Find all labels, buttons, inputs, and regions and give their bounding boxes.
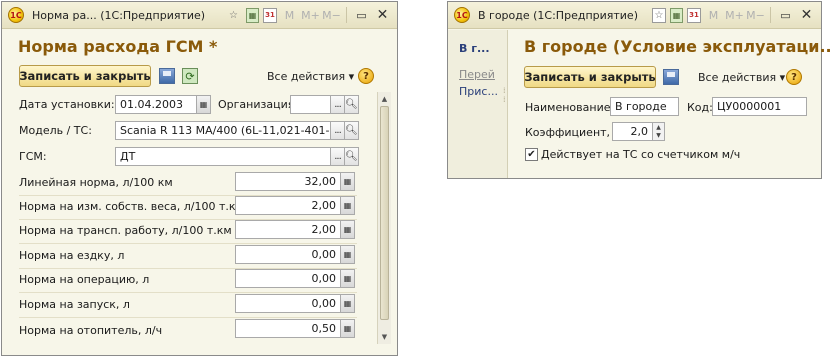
norm-label: Норма на изм. собств. веса, л/100 т.км bbox=[19, 200, 244, 213]
norm-label: Линейная норма, л/100 км bbox=[19, 176, 173, 189]
fuel-select-button[interactable]: ... bbox=[330, 147, 345, 166]
save-and-close-button[interactable]: Записать и закрыть bbox=[19, 65, 151, 87]
fuel-search-icon[interactable]: 🔍︎ bbox=[344, 147, 359, 166]
memory-recall-button[interactable]: M bbox=[281, 7, 298, 24]
memory-minus-button[interactable]: M− bbox=[322, 7, 341, 24]
hour-meter-checkbox[interactable]: ✔ bbox=[525, 148, 538, 161]
favorites-icon[interactable]: ☆ bbox=[225, 7, 242, 24]
operating-condition-window: 1С В городе (1С:Предприятие) ☆ ▦ 31 M M+… bbox=[447, 1, 830, 179]
nav-current-item[interactable]: В г... bbox=[459, 42, 490, 55]
organization-search-icon[interactable]: 🔍︎ bbox=[344, 95, 359, 114]
save-icon[interactable] bbox=[159, 68, 175, 84]
spin-down-icon[interactable]: ▼ bbox=[656, 132, 661, 140]
save-and-close-button[interactable]: Записать и закрыть bbox=[524, 66, 656, 88]
1c-logo-icon: 1С bbox=[8, 7, 24, 23]
scroll-up-arrow-icon[interactable]: ▲ bbox=[378, 93, 391, 105]
all-actions-menu[interactable]: Все действия ▾ bbox=[267, 70, 354, 83]
memory-plus-button[interactable]: M+ bbox=[301, 7, 320, 24]
fuel-label: ГСМ: bbox=[19, 150, 47, 163]
scroll-down-arrow-icon[interactable]: ▼ bbox=[378, 331, 391, 343]
norm-label: Норма на отопитель, л/ч bbox=[19, 324, 163, 337]
calculator-icon[interactable]: ▦ bbox=[670, 7, 683, 23]
norm-value-field[interactable]: 0,50 bbox=[235, 319, 341, 338]
window-titlebar[interactable]: 1С В городе (1С:Предприятие) ☆ ▦ 31 M M+… bbox=[448, 2, 821, 29]
date-field[interactable]: 01.04.2003 bbox=[115, 95, 197, 114]
model-field[interactable]: Scania R 113 MA/400 (6L-11,021-401-14M) bbox=[115, 121, 331, 140]
fuel-field[interactable]: ДТ bbox=[115, 147, 331, 166]
name-label: Наименование: bbox=[525, 101, 615, 114]
maximize-icon[interactable]: ▭ bbox=[777, 7, 794, 24]
minimize-icon[interactable]: ▭ bbox=[353, 7, 370, 24]
norm-label: Норма на запуск, л bbox=[19, 298, 130, 311]
window-title: Норма ра... (1С:Предприятие) bbox=[32, 8, 206, 22]
norm-label: Норма на операцию, л bbox=[19, 273, 150, 286]
calculator-icon[interactable]: ▦ bbox=[340, 245, 355, 264]
calculator-icon[interactable]: ▦ bbox=[340, 269, 355, 288]
calculator-icon[interactable]: ▦ bbox=[340, 319, 355, 338]
coefficient-field[interactable]: 2,0 bbox=[612, 122, 653, 141]
memory-plus-button[interactable]: M+ bbox=[725, 7, 744, 24]
memory-recall-button[interactable]: M bbox=[705, 7, 722, 24]
organization-label: Организация: bbox=[218, 98, 299, 111]
code-label: Код: bbox=[687, 101, 713, 114]
calculator-icon[interactable]: ▦ bbox=[340, 294, 355, 313]
coefficient-spinner[interactable]: ▲ ▼ bbox=[652, 122, 665, 141]
nav-item-goto[interactable]: Перей bbox=[459, 68, 495, 81]
norm-label: Норма на ездку, л bbox=[19, 249, 125, 262]
hour-meter-checkbox-label: Действует на ТС со счетчиком м/ч bbox=[541, 148, 741, 161]
calculator-icon[interactable]: ▦ bbox=[340, 172, 355, 191]
calculator-icon[interactable]: ▦ bbox=[340, 196, 355, 215]
row-divider bbox=[19, 292, 357, 293]
navigation-panel: В г... Перей Прис... ⁞ ⁞ bbox=[448, 30, 508, 178]
window-title: В городе (1С:Предприятие) bbox=[478, 8, 638, 22]
form-title: В городе (Условие эксплуатаци... bbox=[524, 37, 830, 56]
calendar-icon[interactable]: 31 bbox=[263, 7, 277, 23]
calculator-icon[interactable]: ▦ bbox=[246, 7, 259, 23]
model-search-icon[interactable]: 🔍︎ bbox=[344, 121, 359, 140]
vertical-scrollbar[interactable]: ▲ ▼ bbox=[377, 92, 391, 344]
organization-select-button[interactable]: ... bbox=[330, 95, 345, 114]
1c-logo-icon: 1С bbox=[454, 7, 470, 23]
save-icon[interactable] bbox=[663, 69, 679, 85]
fuel-norm-window: 1С Норма ра... (1С:Предприятие) ☆ ▦ 31 M… bbox=[1, 1, 398, 356]
window-titlebar[interactable]: 1С Норма ра... (1С:Предприятие) ☆ ▦ 31 M… bbox=[2, 2, 397, 29]
model-label: Модель / ТС: bbox=[19, 124, 92, 137]
help-icon[interactable]: ? bbox=[786, 69, 802, 85]
calendar-picker-icon[interactable]: ▦ bbox=[196, 95, 211, 114]
separator bbox=[346, 7, 347, 23]
close-icon[interactable]: ✕ bbox=[798, 7, 815, 24]
close-icon[interactable]: ✕ bbox=[374, 7, 391, 24]
name-field[interactable]: В городе bbox=[610, 97, 679, 116]
nav-item-attached[interactable]: Прис... bbox=[459, 85, 498, 98]
separator bbox=[770, 7, 771, 23]
norm-value-field[interactable]: 2,00 bbox=[235, 220, 341, 239]
row-divider bbox=[19, 243, 357, 244]
norm-value-field[interactable]: 0,00 bbox=[235, 294, 341, 313]
help-icon[interactable]: ? bbox=[358, 68, 374, 84]
scroll-thumb[interactable] bbox=[380, 106, 389, 320]
row-divider bbox=[19, 317, 357, 318]
calculator-icon[interactable]: ▦ bbox=[340, 220, 355, 239]
norm-value-field[interactable]: 32,00 bbox=[235, 172, 341, 191]
model-select-button[interactable]: ... bbox=[330, 121, 345, 140]
spin-up-icon[interactable]: ▲ bbox=[656, 124, 661, 132]
memory-minus-button[interactable]: M− bbox=[746, 7, 765, 24]
all-actions-menu[interactable]: Все действия ▾ bbox=[698, 71, 785, 84]
favorites-icon[interactable]: ☆ bbox=[652, 7, 666, 23]
organization-field[interactable] bbox=[290, 95, 332, 114]
date-label: Дата установки: bbox=[19, 98, 115, 111]
code-field[interactable]: ЦУ0000001 bbox=[712, 97, 807, 116]
form-title: Норма расхода ГСМ * bbox=[18, 37, 218, 56]
norm-value-field[interactable]: 2,00 bbox=[235, 196, 341, 215]
calendar-icon[interactable]: 31 bbox=[687, 7, 701, 23]
panel-splitter-handle[interactable]: ⁞ ⁞ bbox=[503, 86, 506, 104]
norm-label: Норма на трансп. работу, л/100 т.км bbox=[19, 224, 232, 237]
norm-value-field[interactable]: 0,00 bbox=[235, 245, 341, 264]
norm-value-field[interactable]: 0,00 bbox=[235, 269, 341, 288]
refresh-icon[interactable]: ⟳ bbox=[182, 68, 198, 84]
